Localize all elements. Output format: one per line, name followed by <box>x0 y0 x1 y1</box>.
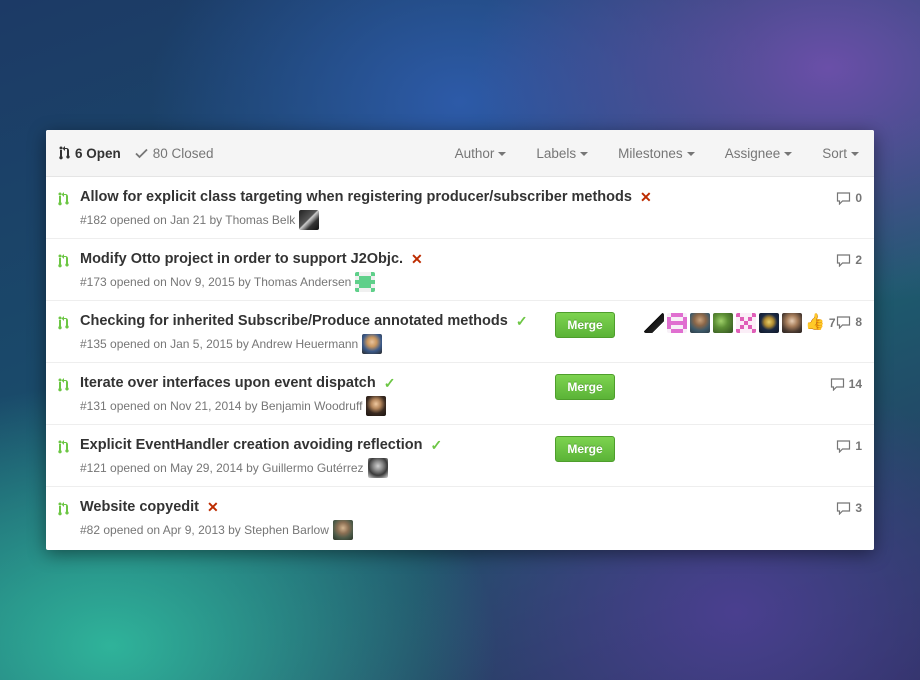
comment-icon <box>837 439 851 453</box>
list-item: Iterate over interfaces upon event dispa… <box>46 363 874 425</box>
pull-request-title[interactable]: Website copyedit <box>80 499 199 515</box>
pull-request-meta: #135 opened on Jan 5, 2015 by Andrew Heu… <box>80 337 359 351</box>
status-fail-icon[interactable]: ✕ <box>411 252 423 266</box>
avatar[interactable] <box>355 272 376 292</box>
comment-count[interactable]: 3 <box>836 501 862 515</box>
pull-request-icon <box>58 502 69 516</box>
avatar[interactable] <box>367 458 388 478</box>
filter-dropdowns: Author Labels Milestones Assignee Sort <box>455 146 862 161</box>
comment-icon <box>837 315 851 329</box>
list-item: Allow for explicit class targeting when … <box>46 177 874 239</box>
comment-count[interactable]: 8 <box>836 315 862 329</box>
state-filters: 6 Open 80 Closed <box>58 145 228 161</box>
list-header: 6 Open 80 Closed Author Labels Milestone… <box>46 130 874 177</box>
participants-count: 7 <box>828 316 836 330</box>
labels-filter[interactable]: Labels <box>536 146 589 161</box>
avatar[interactable] <box>690 313 710 333</box>
pull-request-meta: #121 opened on May 29, 2014 by Guillermo… <box>80 461 364 475</box>
avatar[interactable] <box>362 334 383 354</box>
pull-request-icon <box>58 440 69 454</box>
avatar[interactable] <box>713 313 733 333</box>
status-fail-icon[interactable]: ✕ <box>640 190 652 204</box>
comment-count[interactable]: 1 <box>836 439 862 453</box>
sort-filter[interactable]: Sort <box>822 146 859 161</box>
pull-request-icon <box>58 316 69 330</box>
list-item: Checking for inherited Subscribe/Produce… <box>46 301 874 363</box>
pull-request-meta: #182 opened on Jan 21 by Thomas Belk <box>80 213 296 227</box>
pull-request-title[interactable]: Modify Otto project in order to support … <box>80 251 403 267</box>
merge-button[interactable]: Merge <box>555 436 615 462</box>
pull-request-title[interactable]: Iterate over interfaces upon event dispa… <box>80 375 376 391</box>
avatar[interactable] <box>782 313 802 333</box>
pull-request-icon <box>58 378 69 392</box>
thumbs-up-icon[interactable]: 👍 <box>805 313 825 333</box>
pull-request-icon <box>59 146 70 160</box>
avatar[interactable] <box>759 313 779 333</box>
avatar[interactable] <box>644 313 664 333</box>
open-count-label: 6 Open <box>75 145 121 161</box>
pull-request-meta: #82 opened on Apr 9, 2013 by Stephen Bar… <box>80 523 329 537</box>
list-item: Modify Otto project in order to support … <box>46 239 874 301</box>
list-item: Website copyedit ✕ #82 opened on Apr 9, … <box>46 487 874 549</box>
avatar[interactable] <box>366 396 387 416</box>
comment-icon <box>837 191 851 205</box>
pull-request-meta: #173 opened on Nov 9, 2015 by Thomas And… <box>80 275 352 289</box>
comment-icon <box>830 377 844 391</box>
comment-icon <box>837 501 851 515</box>
pull-request-meta: #131 opened on Nov 21, 2014 by Benjamin … <box>80 399 363 413</box>
caret-down-icon <box>580 152 589 156</box>
avatar[interactable] <box>667 313 687 333</box>
caret-down-icon <box>686 152 695 156</box>
status-success-icon[interactable]: ✓ <box>384 376 396 390</box>
list-item: Explicit EventHandler creation avoiding … <box>46 425 874 487</box>
comment-count[interactable]: 0 <box>836 191 862 205</box>
status-success-icon[interactable]: ✓ <box>430 438 442 452</box>
merge-button[interactable]: Merge <box>555 312 615 338</box>
merge-button[interactable]: Merge <box>555 374 615 400</box>
avatar[interactable] <box>736 313 756 333</box>
pull-request-title[interactable]: Explicit EventHandler creation avoiding … <box>80 437 422 453</box>
avatar[interactable] <box>299 210 320 230</box>
pull-request-title[interactable]: Checking for inherited Subscribe/Produce… <box>80 313 508 329</box>
participants: 👍 7 <box>644 313 836 333</box>
caret-down-icon <box>784 152 793 156</box>
milestones-filter[interactable]: Milestones <box>618 146 695 161</box>
check-icon <box>135 148 148 159</box>
caret-down-icon <box>498 152 507 156</box>
author-filter[interactable]: Author <box>455 146 507 161</box>
caret-down-icon <box>851 152 859 156</box>
pull-request-icon <box>58 254 69 268</box>
assignee-filter[interactable]: Assignee <box>725 146 793 161</box>
comment-count[interactable]: 2 <box>836 253 862 267</box>
closed-filter[interactable]: 80 Closed <box>135 146 214 161</box>
status-success-icon[interactable]: ✓ <box>516 314 528 328</box>
pull-request-icon <box>58 192 69 206</box>
comment-icon <box>837 253 851 267</box>
avatar[interactable] <box>332 520 353 540</box>
open-filter[interactable]: 6 Open <box>58 145 121 161</box>
closed-count-label: 80 Closed <box>152 145 214 161</box>
pull-request-title[interactable]: Allow for explicit class targeting when … <box>80 189 632 205</box>
comment-count[interactable]: 14 <box>830 377 862 391</box>
status-fail-icon[interactable]: ✕ <box>207 500 219 514</box>
pull-request-list: 6 Open 80 Closed Author Labels Milestone… <box>46 130 874 550</box>
